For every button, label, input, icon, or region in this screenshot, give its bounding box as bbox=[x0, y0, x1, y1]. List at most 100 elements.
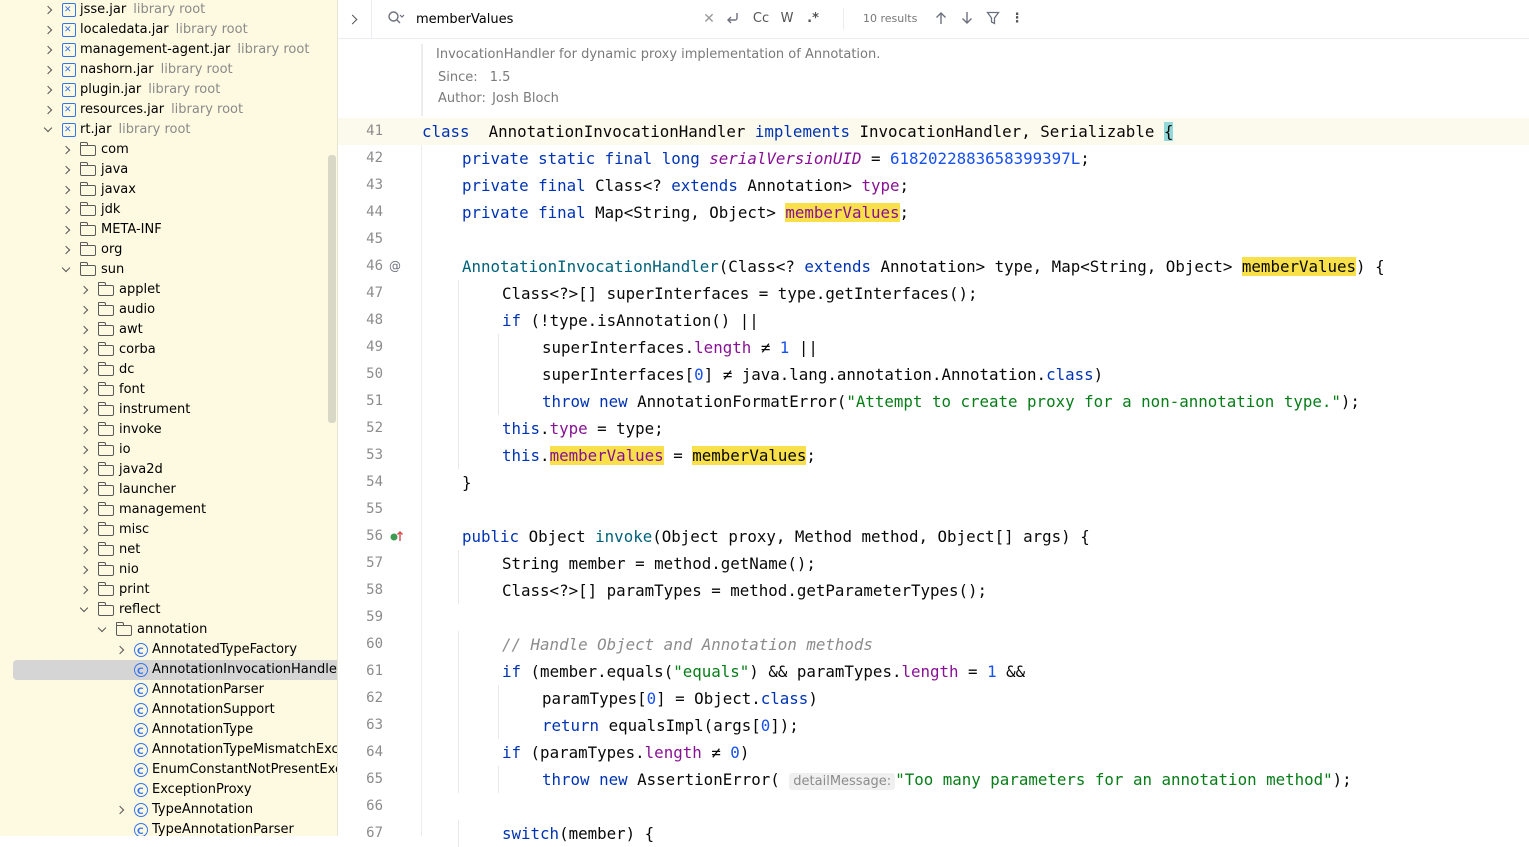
tree-node-exceptionproxy[interactable]: ExceptionProxy bbox=[0, 780, 337, 802]
code-line[interactable]: 61 if (member.equals("equals") && paramTy… bbox=[338, 658, 1529, 685]
words-button[interactable]: W bbox=[778, 10, 796, 28]
tree-node-localedata-jar[interactable]: localedata.jarlibrary root bbox=[0, 20, 337, 40]
code-line[interactable]: 58 Class<?>[] paramTypes = method.getPara… bbox=[338, 577, 1529, 604]
chevron-right-icon[interactable] bbox=[79, 540, 91, 560]
tree-node-org[interactable]: org bbox=[0, 240, 337, 260]
chevron-right-icon[interactable] bbox=[79, 400, 91, 420]
tree-node-nio[interactable]: nio bbox=[0, 560, 337, 580]
chevron-right-icon[interactable] bbox=[61, 200, 73, 220]
tree-node-net[interactable]: net bbox=[0, 540, 337, 560]
chevron-right-icon[interactable] bbox=[79, 380, 91, 400]
chevron-down-icon[interactable] bbox=[97, 620, 109, 640]
tree-node-typeannotationparser[interactable]: TypeAnnotationParser bbox=[0, 820, 337, 836]
tree-node-typeannotation[interactable]: TypeAnnotation bbox=[0, 800, 337, 822]
tree-node-java2d[interactable]: java2d bbox=[0, 460, 337, 480]
code-line[interactable]: 46 @ AnnotationInvocationHandler(Class<? e… bbox=[338, 253, 1529, 280]
chevron-right-icon[interactable] bbox=[61, 240, 73, 260]
chevron-right-icon[interactable] bbox=[61, 140, 73, 160]
code-line[interactable]: 65 throw new AssertionError( detailMessag… bbox=[338, 766, 1529, 793]
tree-node-annotation[interactable]: annotation bbox=[0, 620, 337, 640]
chevron-right-icon[interactable] bbox=[43, 80, 55, 100]
code-line[interactable]: 54} bbox=[338, 469, 1529, 496]
code-line[interactable]: 50 superInterfaces[0] ≠ java.lang.annotat… bbox=[338, 361, 1529, 388]
tree-node-jsse-jar[interactable]: jsse.jarlibrary root bbox=[0, 0, 337, 20]
tree-node-plugin-jar[interactable]: plugin.jarlibrary root bbox=[0, 80, 337, 100]
code-line[interactable]: 41 class AnnotationInvocationHandler impl… bbox=[338, 118, 1529, 145]
clear-search-icon[interactable]: ✕ bbox=[701, 10, 717, 28]
match-case-button[interactable]: Cc bbox=[750, 10, 772, 28]
chevron-down-icon[interactable] bbox=[61, 260, 73, 280]
tree-node-management[interactable]: management bbox=[0, 500, 337, 520]
chevron-right-icon[interactable] bbox=[43, 20, 55, 40]
chevron-right-icon[interactable] bbox=[79, 360, 91, 380]
code-line[interactable]: 66 bbox=[338, 793, 1529, 820]
code-line[interactable]: 48 if (!type.isAnnotation() || bbox=[338, 307, 1529, 334]
previous-occurrence-arrow-up-icon[interactable] bbox=[932, 10, 950, 28]
tree-node-meta-inf[interactable]: META-INF bbox=[0, 220, 337, 240]
tree-node-jdk[interactable]: jdk bbox=[0, 200, 337, 220]
chevron-right-icon[interactable] bbox=[43, 0, 55, 20]
expand-replace-chevron-icon[interactable] bbox=[346, 11, 362, 27]
chevron-right-icon[interactable] bbox=[115, 640, 127, 660]
tree-node-resources-jar[interactable]: resources.jarlibrary root bbox=[0, 100, 337, 120]
code-line[interactable]: 62 paramTypes[0] = Object.class) bbox=[338, 685, 1529, 712]
regex-button[interactable]: .* bbox=[804, 10, 822, 28]
implements-method-icon[interactable] bbox=[389, 529, 405, 546]
tree-node-annotationtype[interactable]: AnnotationType bbox=[0, 720, 337, 742]
code-line[interactable]: 49 superInterfaces.length ≠ 1 || bbox=[338, 334, 1529, 361]
tree-node-annotatedtypefactory[interactable]: AnnotatedTypeFactory bbox=[0, 640, 337, 662]
tree-node-font[interactable]: font bbox=[0, 380, 337, 400]
chevron-right-icon[interactable] bbox=[79, 420, 91, 440]
chevron-right-icon[interactable] bbox=[79, 300, 91, 320]
code-line[interactable]: 47 Class<?>[] superInterfaces = type.getI… bbox=[338, 280, 1529, 307]
tree-node-applet[interactable]: applet bbox=[0, 280, 337, 300]
chevron-right-icon[interactable] bbox=[43, 60, 55, 80]
tree-node-audio[interactable]: audio bbox=[0, 300, 337, 320]
chevron-right-icon[interactable] bbox=[43, 40, 55, 60]
filter-icon[interactable] bbox=[984, 10, 1002, 28]
code-line[interactable]: 67 switch(member) { bbox=[338, 820, 1529, 847]
code-editor[interactable]: 41 class AnnotationInvocationHandler impl… bbox=[338, 118, 1529, 847]
tree-scrollbar[interactable] bbox=[328, 155, 336, 423]
chevron-down-icon[interactable] bbox=[79, 600, 91, 620]
chevron-right-icon[interactable] bbox=[79, 560, 91, 580]
tree-node-invoke[interactable]: invoke bbox=[0, 420, 337, 440]
code-line[interactable]: 44 private final Map<String, Object> memb… bbox=[338, 199, 1529, 226]
more-options-icon[interactable]: ⋮ bbox=[1010, 10, 1024, 28]
chevron-right-icon[interactable] bbox=[79, 500, 91, 520]
next-occurrence-arrow-down-icon[interactable] bbox=[958, 10, 976, 28]
tree-node-io[interactable]: io bbox=[0, 440, 337, 460]
code-line[interactable]: 52 this.type = type; bbox=[338, 415, 1529, 442]
code-line[interactable]: 64 if (paramTypes.length ≠ 0) bbox=[338, 739, 1529, 766]
code-line[interactable]: 55 bbox=[338, 496, 1529, 523]
chevron-right-icon[interactable] bbox=[79, 520, 91, 540]
code-line[interactable]: 60 // Handle Object and Annotation method… bbox=[338, 631, 1529, 658]
search-history-icon[interactable] bbox=[386, 10, 406, 28]
chevron-right-icon[interactable] bbox=[79, 280, 91, 300]
search-input[interactable] bbox=[416, 9, 696, 29]
tree-node-javax[interactable]: javax bbox=[0, 180, 337, 200]
tree-node-annotationtypemismatchexce[interactable]: AnnotationTypeMismatchExce bbox=[0, 740, 337, 762]
chevron-right-icon[interactable] bbox=[115, 800, 127, 820]
chevron-right-icon[interactable] bbox=[61, 180, 73, 200]
new-line-icon[interactable] bbox=[723, 10, 741, 28]
usages-at-icon[interactable]: @ bbox=[389, 259, 401, 273]
tree-node-management-agent-jar[interactable]: management-agent.jarlibrary root bbox=[0, 40, 337, 60]
chevron-right-icon[interactable] bbox=[43, 100, 55, 120]
chevron-right-icon[interactable] bbox=[79, 440, 91, 460]
tree-node-print[interactable]: print bbox=[0, 580, 337, 600]
tree-node-dc[interactable]: dc bbox=[0, 360, 337, 380]
code-line[interactable]: 53 this.memberValues = memberValues; bbox=[338, 442, 1529, 469]
tree-node-sun[interactable]: sun bbox=[0, 260, 337, 280]
chevron-right-icon[interactable] bbox=[79, 580, 91, 600]
tree-node-corba[interactable]: corba bbox=[0, 340, 337, 360]
tree-node-awt[interactable]: awt bbox=[0, 320, 337, 340]
chevron-right-icon[interactable] bbox=[79, 460, 91, 480]
code-line[interactable]: 63 return equalsImpl(args[0]); bbox=[338, 712, 1529, 739]
code-line[interactable]: 59 bbox=[338, 604, 1529, 631]
tree-node-rt-jar[interactable]: rt.jarlibrary root bbox=[0, 120, 337, 140]
tree-node-annotationinvocationhandler[interactable]: AnnotationInvocationHandler bbox=[13, 660, 337, 682]
tree-node-annotationsupport[interactable]: AnnotationSupport bbox=[0, 700, 337, 722]
tree-node-java[interactable]: java bbox=[0, 160, 337, 180]
chevron-down-icon[interactable] bbox=[43, 120, 55, 140]
